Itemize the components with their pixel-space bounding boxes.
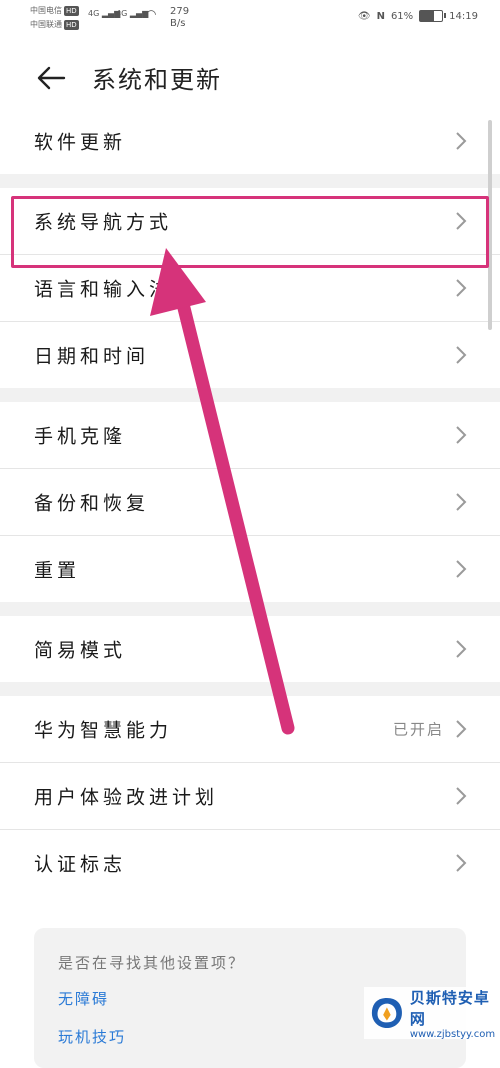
- settings-group: 简易模式: [0, 616, 500, 682]
- settings-item[interactable]: 华为智慧能力 已开启: [0, 696, 500, 763]
- tips-link[interactable]: 玩机技巧: [58, 1026, 126, 1047]
- battery-percent: 61%: [390, 10, 414, 22]
- settings-group: 软件更新: [0, 108, 500, 174]
- hd-badge-1: HD: [64, 6, 79, 16]
- group-divider: [0, 602, 500, 616]
- settings-item-value: 已开启: [392, 720, 444, 739]
- chevron-right-icon: [456, 426, 467, 444]
- battery-icon: [419, 10, 447, 22]
- settings-item-label: 系统导航方式: [34, 211, 173, 234]
- settings-item-label: 认证标志: [34, 853, 127, 876]
- chevron-right-icon: [456, 787, 467, 805]
- suggestion-title: 是否在寻找其他设置项？: [58, 954, 246, 972]
- net-speed-unit: B/s: [170, 18, 186, 29]
- signal-1-label: 4G: [88, 9, 100, 18]
- net-speed-value: 279: [170, 6, 190, 17]
- battery-fill: [420, 11, 434, 21]
- chevron-right-icon: [456, 640, 467, 658]
- settings-item[interactable]: 用户体验改进计划: [0, 763, 500, 830]
- back-arrow-icon[interactable]: [34, 60, 70, 96]
- watermark-name: 贝斯特安卓网: [409, 988, 490, 1028]
- settings-item-label: 语言和输入法: [34, 278, 173, 301]
- wifi-icon: ◠: [146, 7, 157, 21]
- group-divider: [0, 174, 500, 188]
- watermark-logo-icon: [371, 997, 402, 1029]
- settings-item-label: 简易模式: [34, 639, 127, 662]
- status-right: 👁 N 61% 14:19: [358, 10, 478, 22]
- settings-item[interactable]: 备份和恢复: [0, 469, 500, 536]
- chevron-right-icon: [456, 854, 467, 872]
- scrollbar[interactable]: [488, 120, 492, 330]
- watermark: 贝斯特安卓网 www.zjbstyy.com: [364, 987, 500, 1040]
- settings-item[interactable]: 简易模式: [0, 616, 500, 682]
- settings-group: 手机克隆备份和恢复重置: [0, 402, 500, 602]
- clock: 14:19: [449, 10, 478, 22]
- settings-item[interactable]: 手机克隆: [0, 402, 500, 469]
- settings-item[interactable]: 语言和输入法: [0, 255, 500, 322]
- accessibility-link[interactable]: 无障碍: [58, 988, 109, 1009]
- carrier-2-label: 中国联通: [30, 20, 62, 29]
- chevron-right-icon: [456, 279, 467, 297]
- chevron-right-icon: [456, 212, 467, 230]
- chevron-right-icon: [456, 346, 467, 364]
- carrier-1-label: 中国电信: [30, 6, 62, 15]
- settings-item-label: 重置: [34, 559, 81, 582]
- chevron-right-icon: [456, 720, 467, 738]
- settings-item-label: 备份和恢复: [34, 492, 150, 515]
- settings-item[interactable]: 重置: [0, 536, 500, 602]
- settings-item-label: 软件更新: [34, 131, 127, 154]
- carrier-2: 中国联通 HD: [30, 20, 79, 30]
- settings-group: 系统导航方式 语言和输入法 日期和时间: [0, 188, 500, 388]
- settings-item[interactable]: 软件更新: [0, 108, 500, 174]
- hd-badge-2: HD: [64, 20, 79, 30]
- settings-item-label: 日期和时间: [34, 345, 150, 368]
- group-divider: [0, 388, 500, 402]
- chevron-right-icon: [456, 493, 467, 511]
- settings-item-label: 手机克隆: [34, 425, 127, 448]
- signal-2-label: 4G: [116, 9, 128, 18]
- watermark-url: www.zjbstyy.com: [409, 1028, 496, 1040]
- group-divider: [0, 682, 500, 696]
- net-speed: 279 B/s: [170, 6, 189, 30]
- settings-item-label: 华为智慧能力: [34, 719, 173, 742]
- eye-icon: 👁: [357, 10, 371, 22]
- settings-item[interactable]: 日期和时间: [0, 322, 500, 388]
- header: 系统和更新: [0, 50, 500, 106]
- page-title: 系统和更新: [92, 66, 222, 94]
- settings-item-label: 用户体验改进计划: [34, 786, 219, 809]
- chevron-right-icon: [456, 132, 467, 150]
- carrier-1: 中国电信 HD: [30, 6, 79, 16]
- signal-icon-2: 4G ▂▄▆: [116, 9, 149, 18]
- settings-item[interactable]: 认证标志: [0, 830, 500, 896]
- nfc-icon: N: [376, 10, 385, 22]
- settings-item[interactable]: 系统导航方式: [0, 188, 500, 255]
- status-bar: 中国电信 HD 中国联通 HD 4G ▂▄▆ 4G ▂▄▆ ◠ 279 B/s 👁 …: [0, 0, 500, 36]
- chevron-right-icon: [456, 560, 467, 578]
- settings-group: 华为智慧能力 已开启用户体验改进计划 认证标志: [0, 696, 500, 896]
- settings-list: 软件更新系统导航方式 语言和输入法 日期和时间手机克隆备份和恢复重置简易模式华为智慧…: [0, 108, 500, 896]
